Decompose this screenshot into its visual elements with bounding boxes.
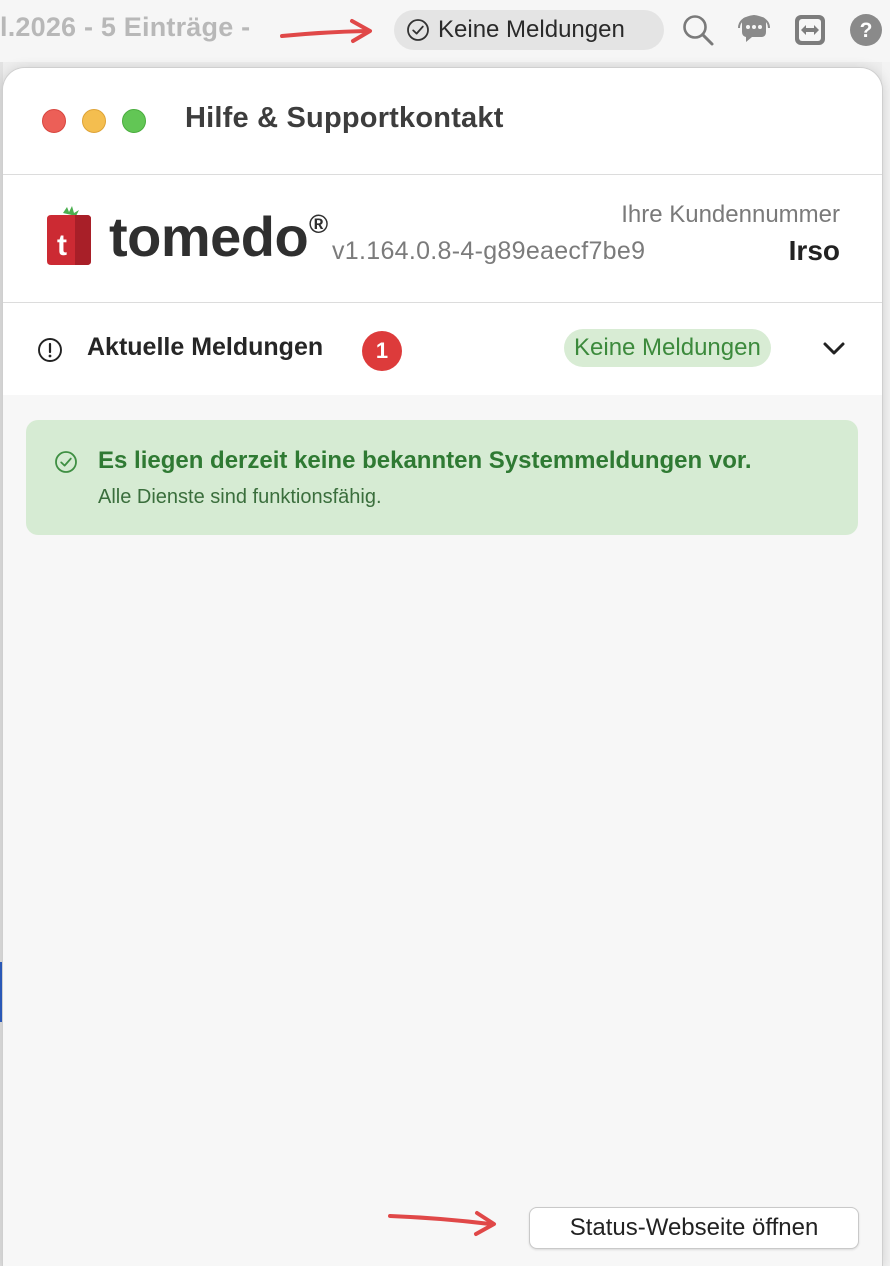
- system-status-card: Es liegen derzeit keine bekannten System…: [26, 420, 858, 535]
- annotation-arrow-top: [280, 19, 372, 43]
- status-card-subtitle: Alle Dienste sind funktionsfähig.: [98, 486, 382, 508]
- tomedo-logo-icon: t: [47, 206, 91, 265]
- search-icon[interactable]: [680, 12, 716, 48]
- version-label: v1.164.0.8-4-g89eaecf7be9: [332, 237, 646, 265]
- open-status-website-button[interactable]: Status-Webseite öffnen: [529, 1207, 859, 1249]
- registered-mark: ®: [309, 209, 329, 239]
- chevron-down-icon[interactable]: [820, 335, 848, 363]
- support-chat-icon[interactable]: [736, 12, 772, 48]
- window-titlebar: Hilfe & Supportkontakt: [3, 68, 882, 175]
- close-window-button[interactable]: [42, 109, 66, 133]
- check-circle-icon: [407, 19, 429, 41]
- brand-header: t tomedo ® v1.164.0.8-4-g89eaecf7be9 Ihr…: [3, 175, 882, 303]
- annotation-arrow-bottom: [388, 1211, 496, 1236]
- background-window-title: l.2026 - 5 Einträge -: [0, 12, 251, 42]
- screen: l.2026 - 5 Einträge - Keine Meldungen ? …: [0, 0, 890, 1266]
- window-title: Hilfe & Supportkontakt: [185, 102, 504, 134]
- remote-support-icon[interactable]: [792, 12, 828, 48]
- status-chip[interactable]: Keine Meldungen: [394, 10, 664, 50]
- messages-content: Es liegen derzeit keine bekannten System…: [3, 395, 882, 1266]
- current-messages-label: Aktuelle Meldungen: [87, 333, 324, 361]
- exclamation-circle-icon: [38, 338, 62, 362]
- minimize-window-button[interactable]: [82, 109, 106, 133]
- status-pill: Keine Meldungen: [564, 329, 771, 367]
- background-toolbar: l.2026 - 5 Einträge - Keine Meldungen ?: [0, 0, 890, 62]
- customer-number-value: Irso: [788, 235, 840, 266]
- annotation-badge: 1: [362, 331, 402, 371]
- status-chip-label: Keine Meldungen: [438, 16, 625, 43]
- svg-text:t: t: [57, 229, 67, 262]
- customer-number-label: Ihre Kundennummer: [621, 201, 840, 228]
- help-icon[interactable]: ?: [848, 12, 884, 48]
- background-right-edge: [882, 62, 890, 1266]
- status-card-title: Es liegen derzeit keine bekannten System…: [98, 447, 752, 474]
- check-circle-icon: [55, 451, 77, 473]
- brand-wordmark: tomedo: [109, 205, 309, 268]
- help-support-window: Hilfe & Supportkontakt t tomedo ® v1.164…: [3, 68, 882, 1266]
- current-messages-header[interactable]: Aktuelle Meldungen 1 Keine Meldungen: [3, 303, 882, 395]
- maximize-window-button[interactable]: [122, 109, 146, 133]
- svg-text:?: ?: [860, 19, 873, 42]
